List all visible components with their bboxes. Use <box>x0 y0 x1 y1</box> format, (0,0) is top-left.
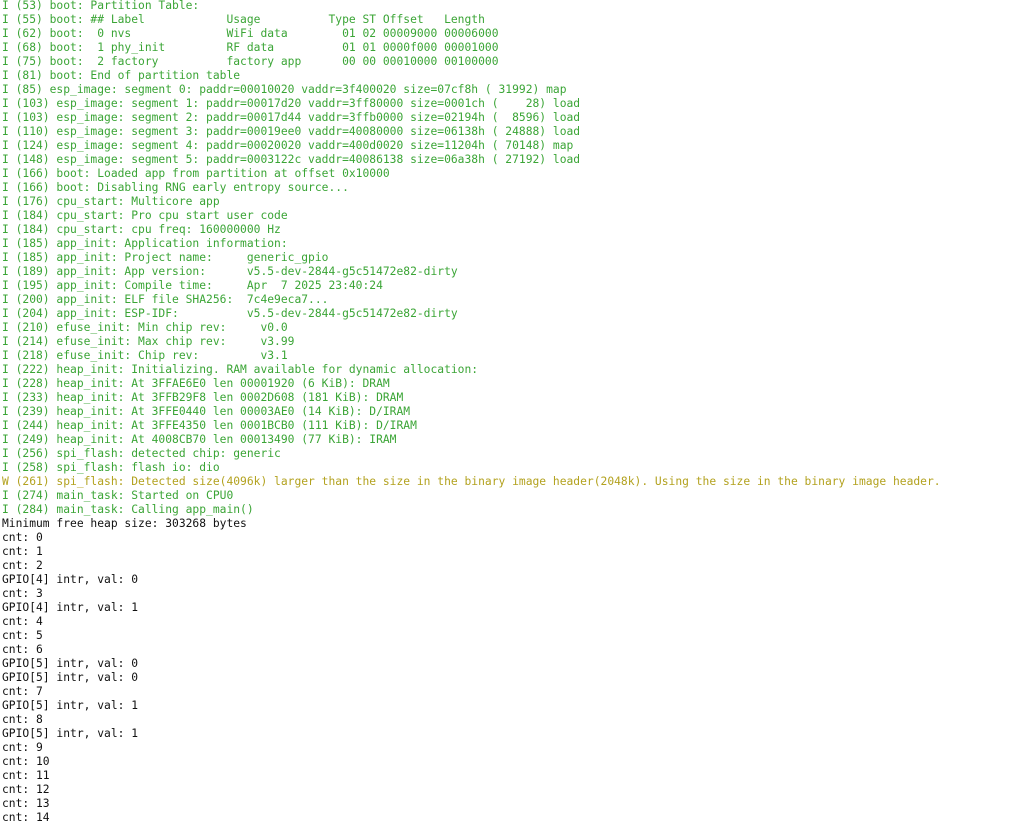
log-line-info: I (249) heap_init: At 4008CB70 len 00013… <box>2 433 397 446</box>
log-line-info: I (185) app_init: Application informatio… <box>2 237 288 250</box>
log-line-info: I (110) esp_image: segment 3: paddr=0001… <box>2 125 581 138</box>
log-line-info: I (81) boot: End of partition table <box>2 69 241 82</box>
output-line: cnt: 9 <box>2 741 43 754</box>
log-line-info: I (195) app_init: Compile time: Apr 7 20… <box>2 279 383 292</box>
output-line: cnt: 7 <box>2 685 43 698</box>
log-line-info: I (210) efuse_init: Min chip rev: v0.0 <box>2 321 288 334</box>
log-line-info: I (176) cpu_start: Multicore app <box>2 195 220 208</box>
log-line-info: I (218) efuse_init: Chip rev: v3.1 <box>2 349 288 362</box>
log-line-info: I (244) heap_init: At 3FFE4350 len 0001B… <box>2 419 417 432</box>
output-line: cnt: 3 <box>2 587 43 600</box>
output-line: cnt: 0 <box>2 531 43 544</box>
output-line: GPIO[5] intr, val: 1 <box>2 699 139 712</box>
log-line-info: I (214) efuse_init: Max chip rev: v3.99 <box>2 335 295 348</box>
log-line-warning: W (261) spi_flash: Detected size(4096k) … <box>2 475 941 488</box>
log-line-info: I (239) heap_init: At 3FFE0440 len 00003… <box>2 405 411 418</box>
log-line-info: I (185) app_init: Project name: generic_… <box>2 251 329 264</box>
output-line: cnt: 5 <box>2 629 43 642</box>
output-line: cnt: 14 <box>2 811 50 824</box>
output-line: cnt: 6 <box>2 643 43 656</box>
log-line-info: I (258) spi_flash: flash io: dio <box>2 461 220 474</box>
log-line-info: I (62) boot: 0 nvs WiFi data 01 02 00009… <box>2 27 499 40</box>
output-line: cnt: 4 <box>2 615 43 628</box>
log-line-info: I (85) esp_image: segment 0: paddr=00010… <box>2 83 567 96</box>
log-line-info: I (103) esp_image: segment 1: paddr=0001… <box>2 97 581 110</box>
output-line: cnt: 12 <box>2 783 50 796</box>
output-line: Minimum free heap size: 303268 bytes <box>2 517 247 530</box>
log-line-info: I (75) boot: 2 factory factory app 00 00… <box>2 55 499 68</box>
log-line-info: I (222) heap_init: Initializing. RAM ava… <box>2 363 479 376</box>
log-line-info: I (124) esp_image: segment 4: paddr=0002… <box>2 139 574 152</box>
output-line: GPIO[5] intr, val: 0 <box>2 671 139 684</box>
log-line-info: I (228) heap_init: At 3FFAE6E0 len 00001… <box>2 377 390 390</box>
log-line-info: I (189) app_init: App version: v5.5-dev-… <box>2 265 458 278</box>
output-line: GPIO[5] intr, val: 0 <box>2 657 139 670</box>
log-line-info: I (233) heap_init: At 3FFB29F8 len 0002D… <box>2 391 404 404</box>
log-line-info: I (184) cpu_start: cpu freq: 160000000 H… <box>2 223 281 236</box>
terminal-output[interactable]: I (53) boot: Partition Table: I (55) boot… <box>0 0 1017 824</box>
output-line: cnt: 13 <box>2 797 50 810</box>
log-line-info: I (68) boot: 1 phy_init RF data 01 01 00… <box>2 41 499 54</box>
log-line-info: I (166) boot: Loaded app from partition … <box>2 167 390 180</box>
log-line-info: I (256) spi_flash: detected chip: generi… <box>2 447 281 460</box>
log-line-info: I (204) app_init: ESP-IDF: v5.5-dev-2844… <box>2 307 458 320</box>
log-line-info: I (103) esp_image: segment 2: paddr=0001… <box>2 111 581 124</box>
output-line: cnt: 10 <box>2 755 50 768</box>
log-line-info: I (148) esp_image: segment 5: paddr=0003… <box>2 153 581 166</box>
log-line-info: I (184) cpu_start: Pro cpu start user co… <box>2 209 288 222</box>
log-line-info: I (284) main_task: Calling app_main() <box>2 503 254 516</box>
log-line-info: I (274) main_task: Started on CPU0 <box>2 489 234 502</box>
log-line-info: I (53) boot: Partition Table: <box>2 0 200 12</box>
log-line-info: I (55) boot: ## Label Usage Type ST Offs… <box>2 13 485 26</box>
output-line: cnt: 8 <box>2 713 43 726</box>
log-line-info: I (200) app_init: ELF file SHA256: 7c4e9… <box>2 293 329 306</box>
output-line: GPIO[4] intr, val: 1 <box>2 601 139 614</box>
output-line: cnt: 1 <box>2 545 43 558</box>
output-line: GPIO[5] intr, val: 1 <box>2 727 139 740</box>
output-line: cnt: 11 <box>2 769 50 782</box>
log-line-info: I (166) boot: Disabling RNG early entrop… <box>2 181 349 194</box>
output-line: GPIO[4] intr, val: 0 <box>2 573 139 586</box>
output-line: cnt: 2 <box>2 559 43 572</box>
